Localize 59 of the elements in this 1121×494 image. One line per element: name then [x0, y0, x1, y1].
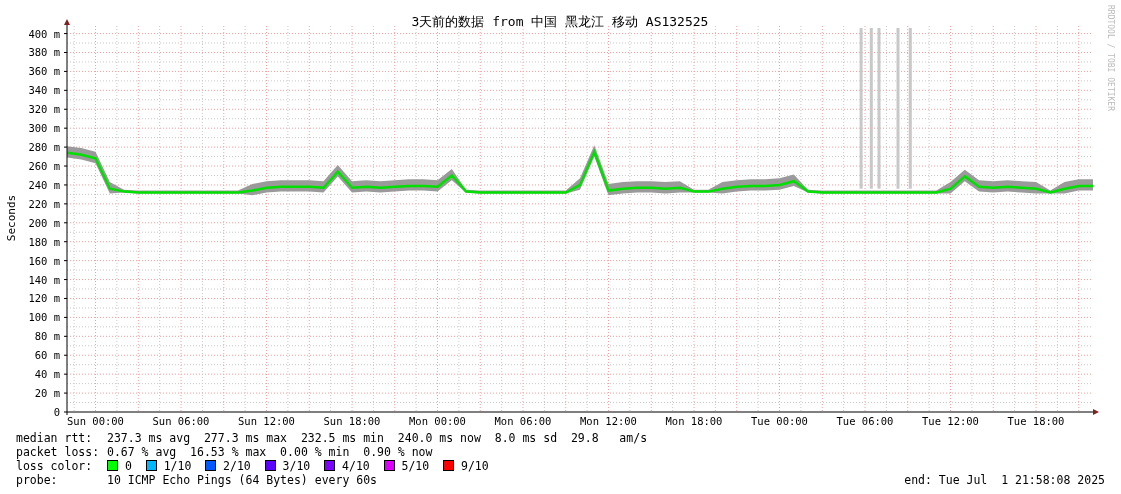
tick-label: 60 m — [34, 349, 60, 362]
legend-value: 8.0 ms sd — [494, 431, 558, 445]
legend-value: 10 ICMP Echo Pings (64 Bytes) every 60s — [107, 473, 378, 487]
legend-value: 0.90 % now — [363, 445, 433, 459]
tick-label: 220 m — [28, 197, 60, 210]
legend-value: 0.67 % avg — [107, 445, 177, 459]
end-time: end: Tue Jul 1 21:58:08 2025 — [904, 473, 1105, 487]
tick-label: 40 m — [34, 368, 60, 381]
legend-value: 16.53 % max — [190, 445, 267, 459]
legend-label: loss color: — [16, 459, 94, 473]
tick-label: 20 m — [34, 387, 60, 400]
tick-label: 280 m — [28, 141, 60, 154]
legend-label: probe: — [16, 473, 59, 487]
legend-value: 1/10 — [163, 459, 192, 473]
tick-label: Tue 06:00 — [836, 415, 894, 427]
axis-label: Seconds — [5, 194, 18, 242]
legend-value: 29.8 am/s — [570, 431, 648, 445]
legend-value: 0.00 % min — [280, 445, 350, 459]
tick-label: 80 m — [34, 330, 60, 343]
tick-label: 160 m — [28, 254, 60, 267]
tick-label: 180 m — [28, 235, 60, 248]
tick-label: 400 m — [28, 27, 60, 40]
legend-label: median rtt: — [16, 431, 94, 445]
tick-label: Tue 00:00 — [751, 415, 808, 427]
tick-label: 320 m — [28, 103, 60, 116]
legend-value: 277.3 ms max — [203, 431, 288, 445]
legend-value: 232.5 ms min — [300, 431, 384, 445]
tick-label: 260 m — [28, 160, 60, 172]
legend-value: 2/10 — [223, 459, 251, 473]
tick-label: 140 m — [28, 273, 60, 286]
tick-label: 0 — [53, 406, 60, 418]
legend-value: 3/10 — [282, 459, 311, 473]
legend-value: 4/10 — [342, 459, 370, 473]
tick-label: Mon 12:00 — [580, 415, 637, 427]
credit-text: RRDTOOL / TOBI OETIKER — [1106, 5, 1115, 111]
legend-label: packet loss: — [16, 445, 101, 459]
tick-label: Mon 18:00 — [665, 415, 723, 427]
tick-label: 380 m — [28, 46, 60, 59]
tick-label: Sun 12:00 — [238, 415, 295, 427]
tick-label: Sun 18:00 — [323, 415, 381, 427]
tick-label: Sun 00:00 — [67, 415, 124, 427]
legend-value: 5/10 — [401, 459, 430, 473]
tick-label: 120 m — [28, 292, 60, 305]
tick-label: Sun 06:00 — [152, 415, 210, 427]
legend-value: 240.0 ms now — [397, 431, 481, 445]
legend-value: 9/10 — [460, 459, 489, 473]
tick-label: 240 m — [28, 178, 60, 191]
tick-label: 360 m — [28, 65, 60, 78]
tick-label: Mon 00:00 — [409, 415, 466, 427]
tick-label: 200 m — [28, 216, 60, 229]
legend-value: 0 — [124, 459, 132, 473]
tick-label: 300 m — [28, 122, 60, 135]
tick-label: Tue 18:00 — [1007, 415, 1065, 427]
legend-value: 237.3 ms avg — [107, 431, 191, 445]
tick-label: Tue 12:00 — [922, 415, 979, 427]
tick-label: 100 m — [28, 311, 60, 324]
tick-label: Mon 06:00 — [494, 415, 552, 427]
tick-label: 340 m — [28, 84, 60, 97]
chart-title: 3天前的数据 from 中国 黑龙江 移动 AS132525 — [411, 14, 709, 29]
